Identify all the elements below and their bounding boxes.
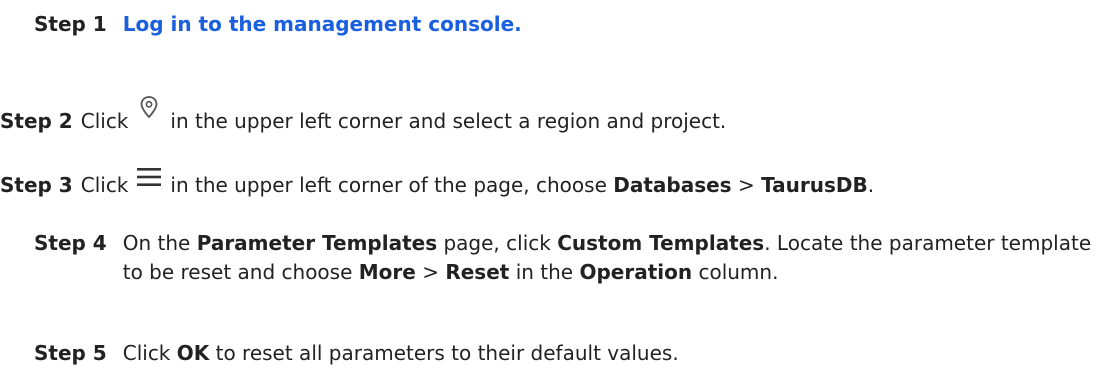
period: . [867,173,875,197]
parameter-templates-label: Parameter Templates [196,231,438,255]
menu-databases: Databases [613,173,732,197]
step-text: to reset all parameters to their default… [215,341,679,365]
reset-label: Reset [445,260,510,284]
step-body: Click in the upper left corner and select… [80,96,727,137]
step-body: Click in the upper left corner of the pag… [80,168,875,200]
step-label: Step 5 [34,341,107,365]
separator: > [422,260,439,284]
menu-taurusdb: TaurusDB [761,173,868,197]
step-text: column. [698,260,779,284]
step-body: Log in to the management console. [123,10,522,39]
separator: > [737,173,755,197]
step-text: Click [80,109,129,133]
location-pin-icon [136,93,162,123]
step-text: Click [80,173,129,197]
step-label: Step 3 [0,173,73,197]
step-body: Click OK to reset all parameters to thei… [123,339,679,368]
step-text: Click [122,341,171,365]
step-text: page, click [443,231,551,255]
step-body: On the Parameter Templates page, click C… [123,229,1108,287]
step-3: Step 3 Click in the upper left corner of … [0,168,875,200]
step-text: in the upper left corner of the page, ch… [170,173,607,197]
step-label: Step 1 [34,12,107,36]
ok-label: OK [176,341,210,365]
step-5: Step 5 Click OK to reset all parameters … [0,339,679,368]
step-4: Step 4 On the Parameter Templates page, … [0,229,1108,287]
step-text: in the upper left corner and select a re… [170,109,727,133]
step-2: Step 2 Click in the upper left corner and… [0,96,727,137]
hamburger-menu-icon [136,165,162,189]
step-label: Step 4 [34,231,107,255]
step-text: On the [122,231,191,255]
custom-templates-label: Custom Templates [557,231,765,255]
step-text: in the [515,260,574,284]
more-label: More [358,260,416,284]
management-console-link[interactable]: Log in to the management console. [123,12,522,36]
step-1: Step 1 Log in to the management console. [0,10,522,39]
step-label: Step 2 [0,109,73,133]
operation-label: Operation [579,260,693,284]
